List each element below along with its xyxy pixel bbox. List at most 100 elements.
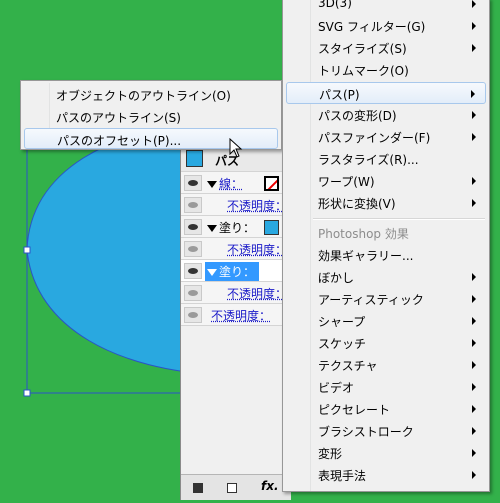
- submenu-arrow-icon: [472, 44, 476, 52]
- menu-item-label: ラスタライズ(R)...: [318, 151, 419, 168]
- appearance-row-fill-selected[interactable]: 塗り：: [181, 260, 291, 282]
- appearance-panel: パス 線： 不透明度： 塗り： 不透明度： 塗り： 不透明度： 不透明度： fx…: [180, 146, 290, 500]
- submenu-arrow-icon: [472, 273, 476, 281]
- visibility-eye-icon[interactable]: [184, 175, 202, 191]
- menu-item-label: ぼかし: [318, 269, 354, 286]
- submenu-arrow-icon: [472, 111, 476, 119]
- menu-item-label: パス(P): [319, 86, 360, 103]
- menu-item-label: アーティスティック: [318, 291, 424, 308]
- menu-item-label: パスのアウトライン(S): [56, 109, 181, 126]
- submenu-arrow-icon: [472, 427, 476, 435]
- menu-item-label: ワープ(W): [318, 173, 375, 190]
- fill-label: 塗り：: [219, 265, 255, 279]
- menu-item-artistic-techniques[interactable]: 表現手法: [286, 464, 486, 486]
- menu-item-convert-to-shape[interactable]: 形状に変換(V): [286, 192, 486, 214]
- submenu-arrow-icon: [471, 90, 475, 98]
- menu-item-effect-gallery[interactable]: 効果ギャラリー...: [286, 244, 486, 266]
- submenu-arrow-icon: [472, 383, 476, 391]
- menu-item-video[interactable]: ビデオ: [286, 376, 486, 398]
- submenu-arrow-icon: [472, 471, 476, 479]
- menu-item-label: 3D(3): [318, 0, 352, 10]
- fill-color-swatch[interactable]: [264, 220, 279, 235]
- submenu-arrow-icon: [472, 177, 476, 185]
- menu-item-outline-stroke[interactable]: パスのアウトライン(S): [24, 106, 278, 127]
- menu-item-label: ピクセレート: [318, 401, 390, 418]
- effect-menu: 3D(3) SVG フィルター(G) スタイライズ(S) トリムマーク(O) パ…: [282, 0, 490, 492]
- opacity-label[interactable]: 不透明度：: [227, 197, 287, 214]
- visibility-eye-icon[interactable]: [184, 263, 202, 279]
- appearance-row-opacity-root[interactable]: 不透明度：: [181, 304, 291, 326]
- menu-separator: [313, 218, 485, 220]
- menu-item-outline-object[interactable]: オブジェクトのアウトライン(O): [24, 84, 278, 105]
- menu-item-pixelate[interactable]: ピクセレート: [286, 398, 486, 420]
- menu-item-distort[interactable]: 変形: [286, 442, 486, 464]
- appearance-row-fill[interactable]: 塗り：: [181, 216, 291, 238]
- menu-item-sketch[interactable]: スケッチ: [286, 332, 486, 354]
- visibility-eye-icon[interactable]: [184, 219, 202, 235]
- visibility-eye-icon[interactable]: [184, 241, 202, 257]
- menu-item-label: オブジェクトのアウトライン(O): [56, 87, 231, 104]
- submenu-arrow-icon: [472, 405, 476, 413]
- appearance-row-opacity[interactable]: 不透明度：: [181, 238, 291, 260]
- menu-item-distort-transform[interactable]: パスの変形(D): [286, 104, 486, 126]
- fill-label: 塗り：: [219, 221, 255, 235]
- new-fill-icon[interactable]: [227, 483, 237, 493]
- selection-handle[interactable]: [24, 390, 30, 396]
- menu-item-warp[interactable]: ワープ(W): [286, 170, 486, 192]
- menu-item-stylize[interactable]: スタイライズ(S): [286, 37, 486, 59]
- submenu-arrow-icon: [472, 339, 476, 347]
- menu-item-label: 効果ギャラリー...: [318, 247, 413, 264]
- submenu-arrow-icon: [472, 317, 476, 325]
- opacity-label[interactable]: 不透明度：: [227, 241, 287, 258]
- menu-item-label: パスファインダー(F): [318, 129, 430, 146]
- menu-item-label: Photoshop 効果: [318, 225, 409, 242]
- opacity-label[interactable]: 不透明度：: [227, 285, 287, 302]
- menu-item-trim-marks[interactable]: トリムマーク(O): [286, 59, 486, 81]
- submenu-arrow-icon: [472, 449, 476, 457]
- appearance-row-opacity[interactable]: 不透明度：: [181, 194, 291, 216]
- fx-icon[interactable]: fx.: [261, 479, 279, 493]
- object-thumbnail: [186, 150, 203, 167]
- submenu-arrow-icon: [472, 0, 476, 8]
- menu-item-label: テクスチャ: [318, 357, 378, 374]
- menu-item-label: 形状に変換(V): [318, 195, 396, 212]
- menu-item-blur[interactable]: ぼかし: [286, 266, 486, 288]
- menu-heading-photoshop-effects: Photoshop 効果: [286, 222, 486, 244]
- menu-item-label: トリムマーク(O): [318, 62, 409, 79]
- stroke-label[interactable]: 線：: [219, 177, 243, 191]
- expand-triangle-icon[interactable]: [207, 269, 217, 276]
- menu-item-label: スケッチ: [318, 335, 366, 352]
- stroke-none-swatch[interactable]: [264, 176, 279, 191]
- submenu-arrow-icon: [472, 199, 476, 207]
- selection-handle[interactable]: [24, 247, 30, 253]
- submenu-arrow-icon: [472, 295, 476, 303]
- menu-item-artistic[interactable]: アーティスティック: [286, 288, 486, 310]
- menu-item-label: ビデオ: [318, 379, 354, 396]
- expand-triangle-icon[interactable]: [207, 181, 217, 188]
- menu-item-rasterize[interactable]: ラスタライズ(R)...: [286, 148, 486, 170]
- expand-triangle-icon[interactable]: [207, 225, 217, 232]
- visibility-eye-icon[interactable]: [184, 307, 202, 323]
- visibility-eye-icon[interactable]: [184, 197, 202, 213]
- menu-item-sharpen[interactable]: シャープ: [286, 310, 486, 332]
- menu-item-brush-strokes[interactable]: ブラシストローク: [286, 420, 486, 442]
- mouse-cursor-icon: [229, 138, 243, 158]
- appearance-row-opacity[interactable]: 不透明度：: [181, 282, 291, 304]
- visibility-eye-icon[interactable]: [184, 285, 202, 301]
- new-stroke-icon[interactable]: [193, 483, 203, 493]
- menu-item-label: 変形: [318, 445, 342, 462]
- menu-item-texture[interactable]: テクスチャ: [286, 354, 486, 376]
- menu-item-label: スタイライズ(S): [318, 40, 407, 57]
- appearance-row-stroke[interactable]: 線：: [181, 172, 291, 194]
- submenu-arrow-icon: [472, 22, 476, 30]
- menu-item-path[interactable]: パス(P): [286, 82, 486, 104]
- menu-item-label: パスの変形(D): [318, 107, 397, 124]
- menu-item-svg-filter[interactable]: SVG フィルター(G): [286, 15, 486, 37]
- menu-item-label: 表現手法: [318, 467, 366, 484]
- menu-item-3d[interactable]: 3D(3): [286, 0, 486, 15]
- menu-item-label: シャープ: [318, 313, 365, 330]
- menu-item-label: ブラシストローク: [318, 423, 414, 440]
- opacity-label[interactable]: 不透明度：: [211, 307, 271, 324]
- menu-item-pathfinder[interactable]: パスファインダー(F): [286, 126, 486, 148]
- submenu-arrow-icon: [472, 133, 476, 141]
